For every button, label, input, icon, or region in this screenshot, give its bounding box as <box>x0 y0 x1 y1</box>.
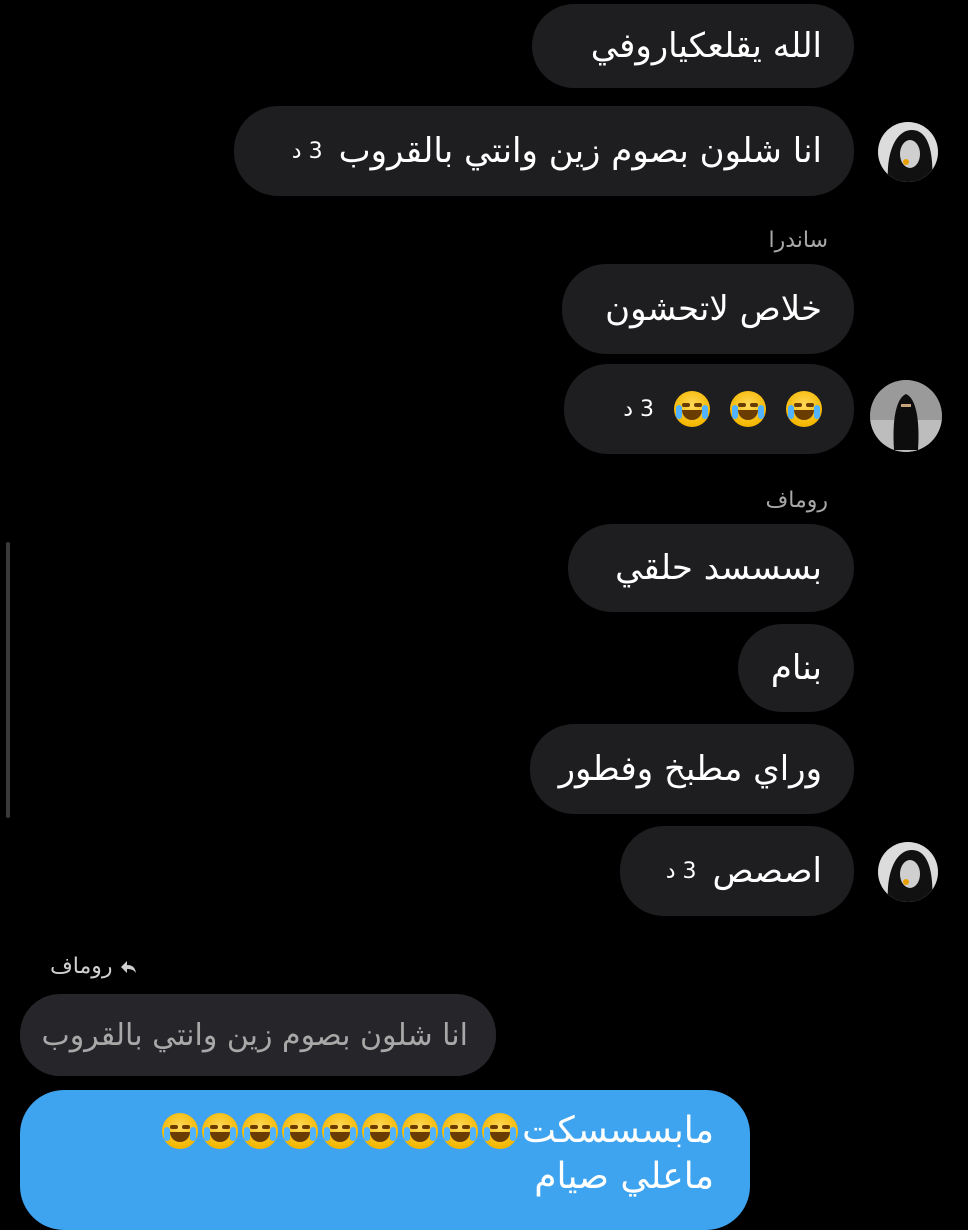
message-bubble[interactable]: انا شلون بصوم زين وانتي بالقروب 3 د <box>234 106 854 196</box>
message-text: وراي مطبخ وفطور <box>558 749 822 789</box>
avatar[interactable] <box>878 122 938 182</box>
outgoing-line: مابسسسكت <box>56 1112 714 1150</box>
message-text: بسسسد حلقي <box>615 548 822 588</box>
avatar-image-icon <box>878 842 938 902</box>
message-bubble[interactable]: اصصص 3 د <box>620 826 854 916</box>
quoted-message[interactable]: انا شلون بصوم زين وانتي بالقروب <box>20 994 496 1076</box>
message-text: اصصص <box>712 851 822 891</box>
emoji-message <box>674 391 822 427</box>
outgoing-message-bubble[interactable]: مابسسسكت ماعلي صيام <box>20 1090 750 1230</box>
outgoing-line: ماعلي صيام <box>56 1155 714 1197</box>
message-bubble[interactable]: وراي مطبخ وفطور <box>530 724 854 814</box>
message-bubble[interactable]: خلاص لاتحشون <box>562 264 854 354</box>
message-text: بنام <box>770 648 822 688</box>
avatar-image-icon <box>878 122 938 182</box>
crying-emoji-icon <box>442 1112 479 1149</box>
crying-emoji-icon <box>482 1112 519 1149</box>
reply-arrow-icon <box>120 960 136 973</box>
avatar[interactable] <box>870 380 942 452</box>
quoted-text: انا شلون بصوم زين وانتي بالقروب <box>41 1017 468 1053</box>
crying-emoji-icon <box>242 1112 279 1149</box>
message-time: 3 د <box>665 858 697 884</box>
reply-label: روماف <box>50 954 137 979</box>
message-bubble[interactable]: بنام <box>738 624 854 712</box>
laughing-emoji-icon <box>730 391 766 427</box>
message-time: 3 د <box>623 396 654 422</box>
scrollbar[interactable] <box>6 542 10 818</box>
laughing-emoji-icon <box>786 391 822 427</box>
message-text: انا شلون بصوم زين وانتي بالقروب <box>338 131 822 171</box>
message-text: خلاص لاتحشون <box>605 289 822 329</box>
crying-emoji-icon <box>322 1112 359 1149</box>
outgoing-text: مابسسسكت <box>522 1110 714 1151</box>
message-bubble[interactable]: الله يقلعكياروفي <box>532 4 854 88</box>
sender-name: ساندرا <box>768 228 828 253</box>
message-bubble[interactable]: بسسسد حلقي <box>568 524 854 612</box>
avatar[interactable] <box>878 842 938 902</box>
crying-emoji-icon <box>402 1112 439 1149</box>
message-time: 3 د <box>291 138 323 164</box>
crying-emoji-icon <box>362 1112 399 1149</box>
message-text: الله يقلعكياروفي <box>590 26 822 66</box>
crying-emoji-icon <box>282 1112 319 1149</box>
reply-sender-name: روماف <box>50 954 113 979</box>
crying-emoji-icon <box>162 1112 199 1149</box>
outgoing-text: ماعلي صيام <box>534 1155 714 1197</box>
message-bubble[interactable]: 3 د <box>564 364 854 454</box>
crying-emoji-icon <box>202 1112 239 1149</box>
avatar-image-icon <box>870 380 942 452</box>
sender-name: روماف <box>765 488 828 513</box>
laughing-emoji-icon <box>674 391 710 427</box>
